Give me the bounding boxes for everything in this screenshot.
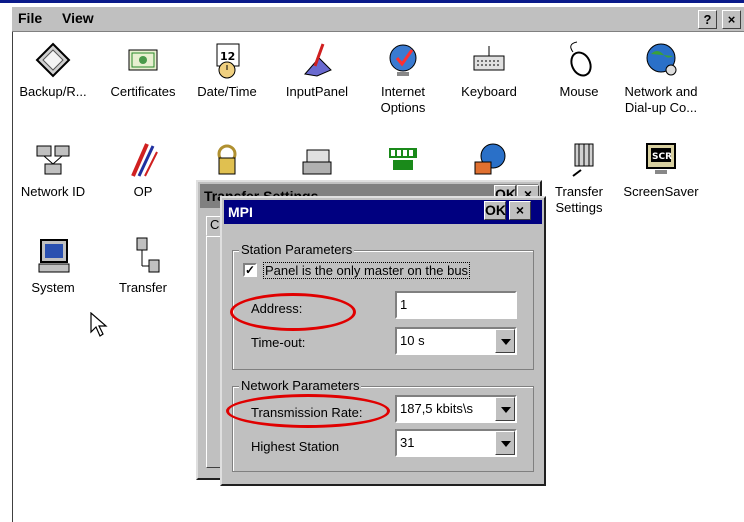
applet-certificates[interactable]: Certificates <box>100 40 186 100</box>
applet-network-id[interactable]: Network ID <box>10 140 96 200</box>
screensaver-icon: SCR <box>646 143 676 174</box>
transmission-rate-select[interactable]: 187,5 kbits\s <box>395 395 517 423</box>
timeout-label: Time-out: <box>251 335 306 350</box>
applet-label: Keyboard <box>461 84 517 99</box>
transmission-rate-dropdown-button[interactable] <box>495 397 515 421</box>
applet-keyboard[interactable]: Keyboard <box>446 40 532 100</box>
applet-system[interactable]: System <box>10 236 96 296</box>
network-parameters-label: Network Parameters <box>239 378 362 393</box>
highest-station-value: 31 <box>400 435 415 450</box>
timeout-value: 10 s <box>400 333 425 348</box>
network-icon <box>646 43 677 76</box>
applet-op[interactable]: OP <box>100 140 186 200</box>
highest-station-dropdown-button[interactable] <box>495 431 515 455</box>
address-highlight-ellipse <box>230 293 356 331</box>
transfer-icon <box>136 237 160 273</box>
menu-view[interactable]: View <box>62 10 94 26</box>
applet-label: Transfer <box>119 280 167 295</box>
backup-icon <box>35 42 71 78</box>
help-button[interactable]: ? <box>698 10 717 29</box>
transfer-settings-icon <box>572 143 594 177</box>
applet-hidden-3[interactable] <box>360 140 446 180</box>
applet-hidden-1[interactable] <box>184 140 270 180</box>
applet-date-time[interactable]: 12 Date/Time <box>184 40 270 100</box>
applet-hidden-2[interactable] <box>274 140 360 180</box>
mpi-ok-button[interactable]: OK <box>484 201 506 220</box>
top-border <box>0 0 744 3</box>
address-value: 1 <box>400 297 408 312</box>
timeout-select[interactable]: 10 s <box>395 327 517 355</box>
only-master-checkbox[interactable]: ✓ <box>243 263 257 277</box>
highest-station-select[interactable]: 31 <box>395 429 517 457</box>
applet-backup[interactable]: Backup/R... <box>10 40 96 100</box>
applet-label: ScreenSaver <box>623 184 699 199</box>
op-icon <box>131 143 158 177</box>
menu-bar: File View ? × <box>12 6 744 32</box>
regional-settings-icon <box>474 143 506 175</box>
applet-label: OP <box>133 184 153 199</box>
mpi-dialog: MPI OK × Station Parameters ✓ Panel is t… <box>220 196 546 486</box>
address-input[interactable]: 1 <box>395 291 517 319</box>
mouse-icon <box>570 41 592 77</box>
applet-mouse[interactable]: Mouse <box>536 40 622 100</box>
applet-label: InputPanel <box>285 84 349 99</box>
menu-file[interactable]: File <box>18 10 42 26</box>
applet-network-dialup[interactable]: Network and Dial-up Co... <box>618 40 704 116</box>
profibus-icon <box>389 148 417 170</box>
applet-label: Date/Time <box>197 84 257 99</box>
applet-transfer[interactable]: Transfer <box>100 236 186 296</box>
applet-input-panel[interactable]: InputPanel <box>274 40 360 100</box>
internet-options-icon <box>389 44 417 76</box>
system-icon <box>38 239 70 273</box>
timeout-dropdown-button[interactable] <box>495 329 515 353</box>
key-lock-icon <box>217 144 237 175</box>
only-master-label: Panel is the only master on the bus <box>263 262 471 279</box>
applet-label: Internet Options <box>380 84 426 115</box>
applet-label: System <box>31 280 75 295</box>
certificates-icon <box>128 49 158 71</box>
svg-text:SCR: SCR <box>652 152 672 162</box>
station-parameters-label: Station Parameters <box>239 242 355 257</box>
date-time-icon: 12 <box>216 43 240 79</box>
applet-screensaver[interactable]: SCR ScreenSaver <box>618 140 704 200</box>
applet-label: Backup/R... <box>19 84 87 99</box>
close-button[interactable]: × <box>722 10 741 29</box>
highest-station-label: Highest Station <box>251 439 340 454</box>
svg-text:12: 12 <box>220 50 235 63</box>
applet-label: Network and Dial-up Co... <box>624 84 698 115</box>
transmission-rate-highlight-ellipse <box>226 394 390 428</box>
applet-label: Mouse <box>559 84 599 99</box>
applet-hidden-4[interactable] <box>446 140 532 180</box>
mpi-dialog-title-text: MPI <box>228 204 253 220</box>
printer-icon <box>302 149 332 175</box>
network-id-icon <box>36 145 70 175</box>
input-panel-icon <box>304 43 332 77</box>
applet-internet-options[interactable]: Internet Options <box>360 40 446 116</box>
applet-transfer-settings[interactable]: Transfer Settings <box>536 140 622 216</box>
transmission-rate-value: 187,5 kbits\s <box>400 401 473 416</box>
applet-label: Network ID <box>20 184 86 199</box>
applet-label: Transfer Settings <box>555 184 603 215</box>
mpi-close-button[interactable]: × <box>509 201 531 220</box>
applet-label: Certificates <box>110 84 176 99</box>
mouse-cursor-icon <box>90 312 108 337</box>
keyboard-icon <box>473 46 505 71</box>
